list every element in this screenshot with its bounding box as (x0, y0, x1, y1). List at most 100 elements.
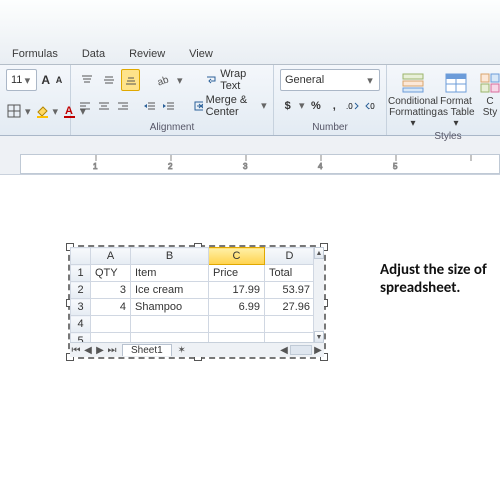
decrease-decimal-button[interactable]: .0 (364, 95, 380, 117)
align-left-button[interactable] (77, 95, 93, 117)
format-table-icon (444, 72, 468, 94)
increase-indent-button[interactable] (161, 95, 177, 117)
align-center-button[interactable] (96, 95, 112, 117)
select-all-corner[interactable] (71, 248, 91, 265)
merge-icon (194, 99, 203, 113)
horizontal-ruler[interactable]: 1 2 3 4 5 (20, 154, 500, 174)
wrap-text-label: Wrap Text (220, 68, 262, 92)
column-header-row: A B C D (71, 248, 315, 265)
percent-format-button[interactable]: % (308, 95, 323, 117)
cell[interactable]: 27.96 (265, 299, 315, 316)
cell[interactable]: 4 (91, 299, 131, 316)
svg-text:1: 1 (93, 162, 98, 171)
cell[interactable]: 6.99 (209, 299, 265, 316)
sheet-nav-prev-icon[interactable]: ◀ (82, 345, 94, 356)
tab-formulas[interactable]: Formulas (0, 44, 70, 64)
format-as-table-button[interactable]: Formatas Table ▾ (436, 69, 476, 129)
align-right-button[interactable] (115, 95, 131, 117)
ribbon-tab-strip: Formulas Data Review View (0, 0, 500, 65)
fill-color-button[interactable] (34, 100, 50, 122)
shrink-font-button[interactable]: A (54, 69, 64, 91)
col-header-b[interactable]: B (131, 248, 209, 265)
svg-text:4: 4 (318, 162, 323, 171)
chevron-down-icon[interactable]: ▾ (25, 101, 31, 121)
cell[interactable]: 17.99 (209, 282, 265, 299)
embedded-spreadsheet-object[interactable]: A B C D 1 QTY Item Price Total 2 3 Ice c… (68, 245, 326, 359)
svg-text:3: 3 (243, 162, 248, 171)
document-page: A B C D 1 QTY Item Price Total 2 3 Ice c… (10, 195, 500, 495)
row-header[interactable]: 1 (71, 265, 91, 282)
col-header-a[interactable]: A (91, 248, 131, 265)
cell[interactable]: Item (131, 265, 209, 282)
instruction-text: Adjust the size of spreadsheet. (380, 261, 487, 297)
svg-text:2: 2 (168, 162, 173, 171)
accounting-format-button[interactable]: $ (280, 95, 295, 117)
merge-center-button[interactable]: Merge & Center (189, 95, 258, 117)
number-group-label: Number (280, 120, 380, 133)
scroll-up-icon[interactable]: ▲ (314, 247, 324, 259)
alignment-group: ab ▾ Wrap Text Merge & Center ▾ Alignmen… (71, 65, 274, 135)
conditional-formatting-button[interactable]: ConditionalFormatting ▾ (393, 69, 433, 129)
cell[interactable] (265, 316, 315, 333)
sheet-nav-first-icon[interactable]: ⏮ (70, 345, 82, 356)
sheet-nav-next-icon[interactable]: ▶ (94, 345, 106, 356)
sheet-nav-last-icon[interactable]: ⏭ (106, 345, 118, 356)
alignment-group-label: Alignment (77, 120, 267, 133)
cell[interactable] (131, 316, 209, 333)
align-top-button[interactable] (77, 69, 96, 91)
cell[interactable]: Total (265, 265, 315, 282)
cell-styles-icon (480, 72, 500, 94)
table-row: 4 (71, 316, 315, 333)
cell[interactable]: 3 (91, 282, 131, 299)
increase-decimal-button[interactable]: .0 (345, 95, 361, 117)
col-header-c[interactable]: C (209, 248, 265, 265)
vertical-scrollbar[interactable]: ▲ ▼ (313, 247, 324, 343)
grow-font-button[interactable]: A (40, 69, 51, 91)
spreadsheet-grid[interactable]: A B C D 1 QTY Item Price Total 2 3 Ice c… (70, 247, 314, 343)
svg-text:ab: ab (156, 74, 170, 87)
align-middle-button[interactable] (99, 69, 118, 91)
cell[interactable]: 53.97 (265, 282, 315, 299)
decrease-indent-button[interactable] (142, 95, 158, 117)
chevron-down-icon[interactable]: ▾ (298, 96, 305, 116)
styles-group: ConditionalFormatting ▾ Formatas Table ▾… (387, 65, 500, 135)
cell[interactable]: QTY (91, 265, 131, 282)
chevron-down-icon[interactable]: ▾ (261, 96, 267, 116)
cell[interactable] (209, 316, 265, 333)
svg-text:.0: .0 (346, 102, 353, 111)
tab-view[interactable]: View (177, 44, 225, 64)
align-bottom-button[interactable] (121, 69, 140, 91)
cell[interactable] (91, 316, 131, 333)
cell[interactable]: Ice cream (131, 282, 209, 299)
chevron-down-icon: ▾ (22, 70, 32, 90)
hscroll-thumb[interactable] (290, 345, 312, 355)
cell[interactable]: Shampoo (131, 299, 209, 316)
col-header-d[interactable]: D (265, 248, 315, 265)
number-group: General ▾ $ ▾ % , .0 .0 Number (274, 65, 387, 135)
group-label (6, 131, 64, 133)
number-format-value: General (285, 74, 324, 86)
font-size-combo[interactable]: 11 ▾ (6, 69, 37, 91)
conditional-formatting-icon (401, 72, 425, 94)
orientation-button[interactable]: ab (153, 69, 172, 91)
number-format-combo[interactable]: General ▾ (280, 69, 380, 91)
comma-format-button[interactable]: , (327, 95, 342, 117)
wrap-text-button[interactable]: Wrap Text (200, 69, 267, 91)
chevron-down-icon[interactable]: ▾ (53, 101, 59, 121)
font-size-value: 11 (11, 74, 22, 86)
row-header[interactable]: 4 (71, 316, 91, 333)
font-group: 11 ▾ A A ▾ ▾ A ▾ (0, 65, 71, 135)
tab-review[interactable]: Review (117, 44, 177, 64)
cell-styles-button[interactable]: CSty (479, 69, 500, 118)
hscroll-right-icon[interactable]: ▶ (312, 345, 324, 356)
cell[interactable]: Price (209, 265, 265, 282)
hscroll-left-icon[interactable]: ◀ (278, 345, 290, 356)
row-header[interactable]: 2 (71, 282, 91, 299)
new-sheet-icon[interactable]: ✶ (176, 345, 188, 356)
sheet-tab[interactable]: Sheet1 (122, 344, 172, 356)
chevron-down-icon[interactable]: ▾ (175, 70, 184, 90)
row-header[interactable]: 3 (71, 299, 91, 316)
tab-data[interactable]: Data (70, 44, 117, 64)
border-button[interactable] (6, 100, 22, 122)
chevron-down-icon: ▾ (365, 70, 375, 90)
